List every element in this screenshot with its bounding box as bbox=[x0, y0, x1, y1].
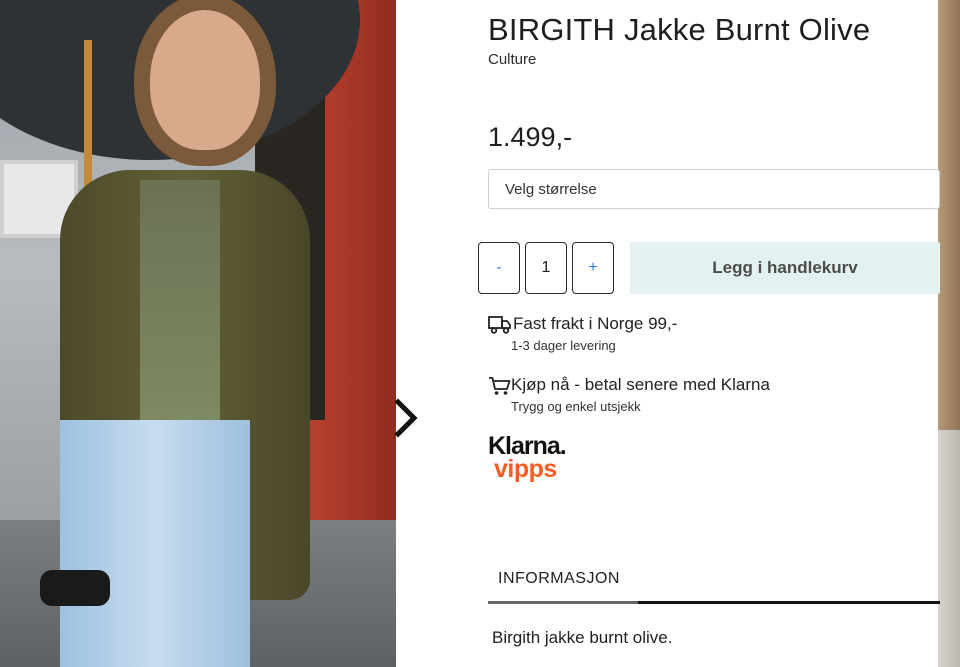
add-to-cart-button[interactable]: Legg i handlekurv bbox=[630, 242, 940, 294]
shipping-subtitle: 1-3 dager levering bbox=[511, 338, 616, 353]
next-product-image-edge bbox=[938, 0, 960, 667]
quantity-increase-button[interactable]: + bbox=[572, 242, 614, 294]
cart-icon bbox=[489, 377, 511, 395]
tab-underline bbox=[488, 601, 940, 604]
payment-logos: Klarna. vipps bbox=[488, 432, 588, 488]
photo-model-head bbox=[150, 10, 260, 150]
photo-jeans bbox=[60, 420, 250, 667]
quantity-decrease-button[interactable]: - bbox=[478, 242, 520, 294]
truck-icon bbox=[488, 316, 511, 334]
photo-shoe bbox=[40, 570, 110, 606]
tab-active-indicator bbox=[488, 601, 638, 604]
product-title: BIRGITH Jakke Burnt Olive bbox=[488, 12, 871, 47]
chevron-right-icon[interactable] bbox=[390, 398, 424, 438]
tab-informasjon[interactable]: INFORMASJON bbox=[498, 570, 620, 588]
klarna-title: Kjøp nå - betal senere med Klarna bbox=[511, 375, 770, 394]
size-select[interactable]: Velg størrelse bbox=[488, 169, 940, 209]
vipps-logo: vipps bbox=[494, 455, 557, 483]
product-description: Birgith jakke burnt olive. bbox=[492, 628, 673, 647]
next-image-stripe bbox=[938, 430, 960, 667]
shipping-title: Fast frakt i Norge 99,- bbox=[513, 314, 678, 333]
klarna-subtitle: Trygg og enkel utsjekk bbox=[511, 399, 641, 414]
product-price: 1.499,- bbox=[488, 122, 573, 152]
product-image[interactable] bbox=[0, 0, 396, 667]
quantity-input[interactable]: 1 bbox=[525, 242, 567, 294]
photo-shirt bbox=[140, 180, 220, 420]
product-brand[interactable]: Culture bbox=[488, 51, 536, 68]
